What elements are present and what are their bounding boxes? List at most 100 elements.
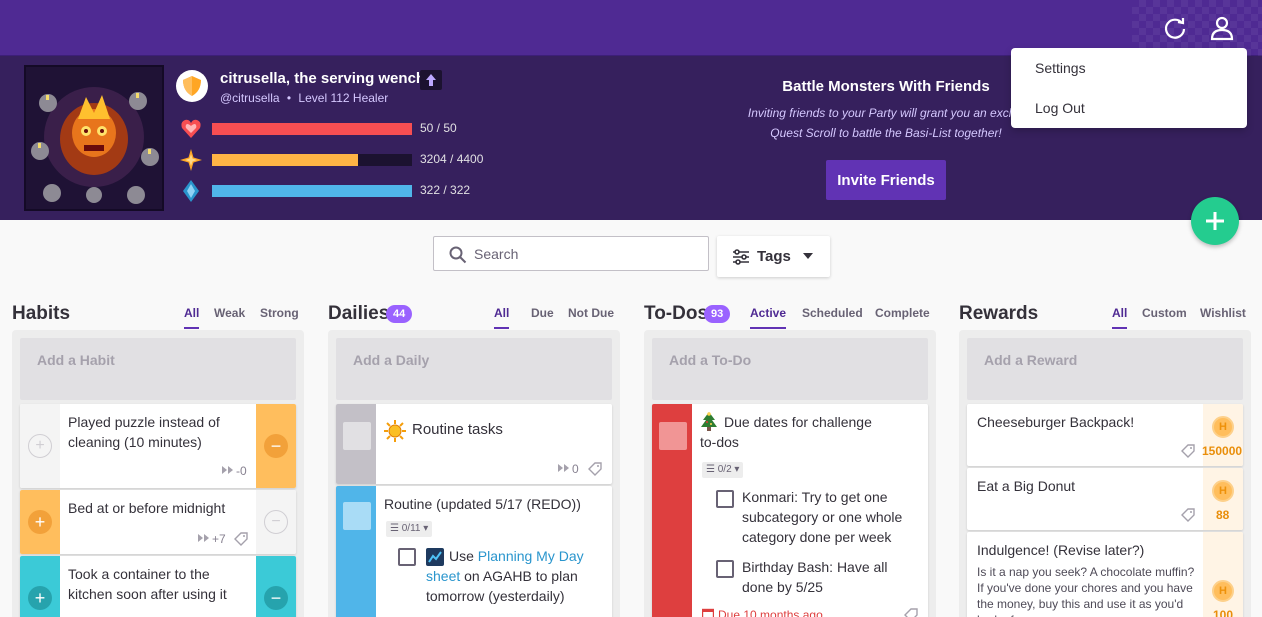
health-bar [212,123,412,135]
rewards-title: Rewards [959,303,1039,324]
rewards-tab-wishlist[interactable]: Wishlist [1200,306,1246,327]
buy-reward-button[interactable]: H 150000 [1202,404,1243,466]
search-input[interactable]: Search [433,236,709,271]
reward-item[interactable]: Indulgence! (Revise later?) Is it a nap … [967,532,1243,617]
experience-value: 3204 / 4400 [420,152,484,166]
add-daily-placeholder: Add a Daily [353,352,430,368]
add-todo-input[interactable]: Add a To-Do [652,338,928,400]
streak-icon [558,464,569,472]
rewards-tab-custom[interactable]: Custom [1142,306,1187,327]
reward-price: 88 [1216,508,1230,522]
menu-item-log-out[interactable]: Log Out [1035,100,1085,116]
rewards-tab-all[interactable]: All [1112,306,1128,329]
tags-filter-button[interactable]: Tags [717,236,830,277]
habits-tab-strong[interactable]: Strong [260,306,299,327]
daily-item[interactable]: Routine tasks 0 [336,404,612,484]
todos-tab-active[interactable]: Active [750,306,787,329]
add-habit-placeholder: Add a Habit [37,352,115,368]
checklist-text-prefix: Use [449,548,478,564]
plus-icon: + [28,510,52,534]
add-reward-input[interactable]: Add a Reward [967,338,1243,400]
habit-minus-control[interactable]: − [256,490,296,554]
todos-tab-complete[interactable]: Complete [875,306,930,327]
habit-text: Took a container to the kitchen soon aft… [68,566,227,602]
checklist-toggle[interactable]: ☰ 0/11 ▾ [386,521,433,537]
checklist-icon: ☰ [706,464,718,475]
checklist-item-text: Birthday Bash: Have all done by 5/25 [742,559,888,595]
checklist-item-checkbox[interactable] [716,560,734,578]
healer-class-icon [176,70,208,102]
todos-tab-scheduled[interactable]: Scheduled [802,306,863,327]
buy-reward-button[interactable]: H 88 [1203,468,1243,530]
daily-text: Routine (updated 5/17 (REDO)) [384,496,581,512]
create-task-button[interactable] [1191,197,1239,245]
add-daily-input[interactable]: Add a Daily [336,338,612,400]
level-up-icon[interactable] [420,70,442,90]
todos-list: Add a To-Do Due dates for challenge to-d… [644,330,936,617]
party-promo: Battle Monsters With Friends Inviting fr… [736,78,1036,143]
reward-item[interactable]: Eat a Big Donut H 88 [967,468,1243,530]
todos-title: To-Dos [644,303,709,324]
user-icon[interactable] [1208,14,1236,42]
habit-text: Played puzzle instead of cleaning (10 mi… [68,414,220,450]
mana-bar [212,185,412,197]
minus-icon: − [264,510,288,534]
experience-bar [212,154,412,166]
menu-item-settings[interactable]: Settings [1035,60,1086,76]
reward-price: 100 [1213,608,1234,617]
reward-item[interactable]: Cheeseburger Backpack! H 150000 [967,404,1243,466]
health-bar-fill [212,123,412,135]
dailies-tab-not-due[interactable]: Not Due [568,306,614,327]
tag-icon [234,532,248,546]
party-description: Inviting friends to your Party will gran… [736,103,1036,143]
avatar[interactable] [24,65,164,211]
habit-plus-control[interactable]: + [20,404,60,488]
habits-tab-weak[interactable]: Weak [214,306,245,327]
habit-item[interactable]: + Took a container to the kitchen soon a… [20,556,296,617]
todo-item[interactable]: Due dates for challenge to-dos ☰ 0/2 ▾ K… [652,404,928,617]
habit-minus-control[interactable]: − [256,404,296,488]
todo-due-date: Due 10 months ago [718,608,823,617]
checklist-item-checkbox[interactable] [398,548,416,566]
plus-icon [1206,212,1224,230]
dailies-tab-due[interactable]: Due [531,306,554,327]
invite-friends-button[interactable]: Invite Friends [826,160,946,200]
health-row: 50 / 50 [180,118,500,140]
party-title: Battle Monsters With Friends [782,78,990,95]
reward-text: Cheeseburger Backpack! [977,414,1135,430]
daily-checkbox[interactable] [343,502,371,530]
user-dropdown-menu: Settings Log Out [1011,48,1247,128]
mana-value: 322 / 322 [420,183,471,197]
todo-checkbox[interactable] [659,422,687,450]
habit-minus-control[interactable]: − [256,556,296,617]
dailies-tab-all[interactable]: All [494,306,510,329]
habit-streak: -0 [236,464,247,478]
habit-plus-control[interactable]: + [20,556,60,617]
habit-item[interactable]: + Bed at or before midnight +7 − [20,490,296,554]
chevron-down-icon: ▾ [420,523,429,534]
experience-star-icon [180,149,202,171]
habits-tab-all[interactable]: All [184,306,200,329]
checklist-item-checkbox[interactable] [716,490,734,508]
buy-reward-button[interactable]: H 100 [1203,532,1243,617]
daily-checkbox[interactable] [343,422,371,450]
add-habit-input[interactable]: Add a Habit [20,338,296,400]
checklist-icon: ☰ [390,523,402,534]
habit-streak: +7 [212,532,226,546]
filter-sliders-icon [733,249,749,265]
habit-plus-control[interactable]: + [20,490,60,554]
gold-coin-icon: H [1212,580,1234,602]
sync-icon[interactable] [1161,14,1189,42]
checklist-count: 0/11 [401,523,421,534]
habits-list: Add a Habit + Played puzzle instead of c… [12,330,304,617]
plus-icon: + [28,434,52,458]
daily-item[interactable]: Routine (updated 5/17 (REDO)) ☰ 0/11 ▾ U… [336,486,612,617]
checklist-toggle[interactable]: ☰ 0/2 ▾ [702,462,744,478]
reward-text: Indulgence! (Revise later?) [977,542,1145,558]
habit-item[interactable]: + Played puzzle instead of cleaning (10 … [20,404,296,488]
daily-checkbox-control[interactable] [336,404,376,484]
reward-price: 150000 [1202,444,1243,458]
todo-checkbox-control[interactable] [652,404,692,617]
dailies-title: Dailies [328,303,390,324]
daily-checkbox-control[interactable] [336,486,376,617]
